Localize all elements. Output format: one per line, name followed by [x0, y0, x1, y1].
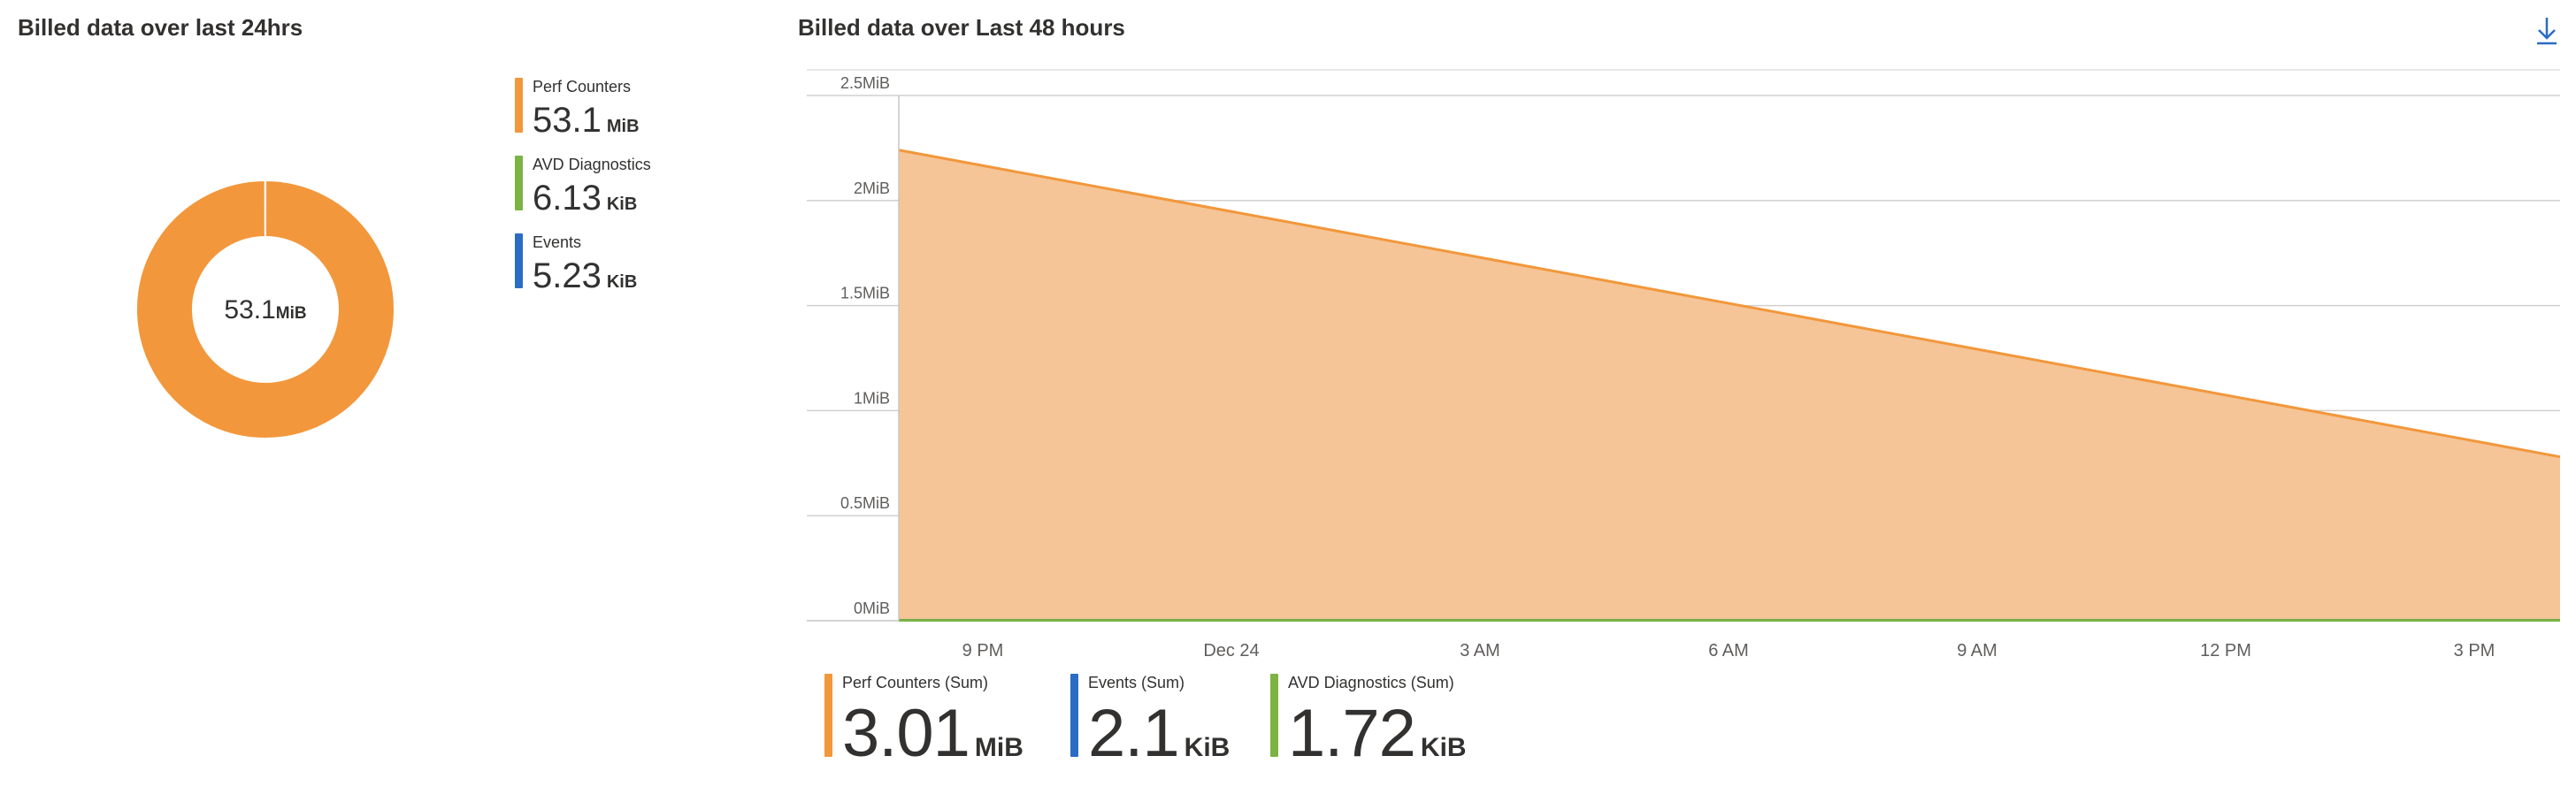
series-perf-counters-sum-area[interactable] — [899, 149, 2560, 621]
legend-unit: MiB — [974, 733, 1024, 762]
legend-color-swatch — [1070, 674, 1078, 757]
x-axis: 9 PM Dec 24 3 AM 6 AM 9 AM 12 PM 3 PM — [962, 641, 2496, 660]
x-tick-label: 3 AM — [1460, 641, 1500, 660]
area-legend-item-avd-diagnostics[interactable]: AVD Diagnostics (Sum) 1.72 KiB — [1270, 674, 1483, 771]
x-tick-label: 6 AM — [1708, 641, 1749, 660]
legend-number: 1.72 — [1288, 696, 1416, 771]
y-tick-label: 0MiB — [854, 599, 890, 617]
legend-color-swatch — [824, 674, 832, 757]
legend-label: Events (Sum) — [1088, 674, 1185, 691]
y-axis: 0MiB 0.5MiB 1MiB 1.5MiB 2MiB 2.5MiB — [840, 74, 900, 621]
legend-value: 3.01 MiB — [842, 695, 1024, 772]
y-tick-label: 2.5MiB — [840, 74, 890, 92]
x-tick-label: Dec 24 — [1203, 641, 1259, 660]
area-legend-item-events[interactable]: Events (Sum) 2.1 KiB — [1070, 674, 1247, 771]
y-tick-label: 1MiB — [854, 389, 890, 407]
x-tick-label: 3 PM — [2454, 641, 2496, 660]
y-tick-label: 1.5MiB — [840, 285, 890, 302]
y-tick-label: 0.5MiB — [840, 494, 890, 512]
legend-unit: KiB — [1420, 733, 1467, 762]
y-tick-label: 2MiB — [854, 179, 890, 197]
legend-number: 3.01 — [842, 696, 970, 771]
legend-value: 1.72 KiB — [1288, 695, 1467, 772]
legend-label: Perf Counters (Sum) — [842, 674, 989, 691]
legend-color-swatch — [1270, 674, 1278, 757]
x-tick-label: 9 PM — [962, 641, 1004, 660]
legend-label: AVD Diagnostics (Sum) — [1288, 674, 1454, 691]
area-legend-item-perf-counters[interactable]: Perf Counters (Sum) 3.01 MiB — [824, 674, 1046, 771]
x-tick-label: 9 AM — [1957, 641, 1997, 660]
legend-number: 2.1 — [1088, 696, 1180, 771]
legend-value: 2.1 KiB — [1088, 695, 1230, 772]
legend-unit: KiB — [1184, 733, 1230, 762]
x-tick-label: 12 PM — [2200, 641, 2251, 660]
